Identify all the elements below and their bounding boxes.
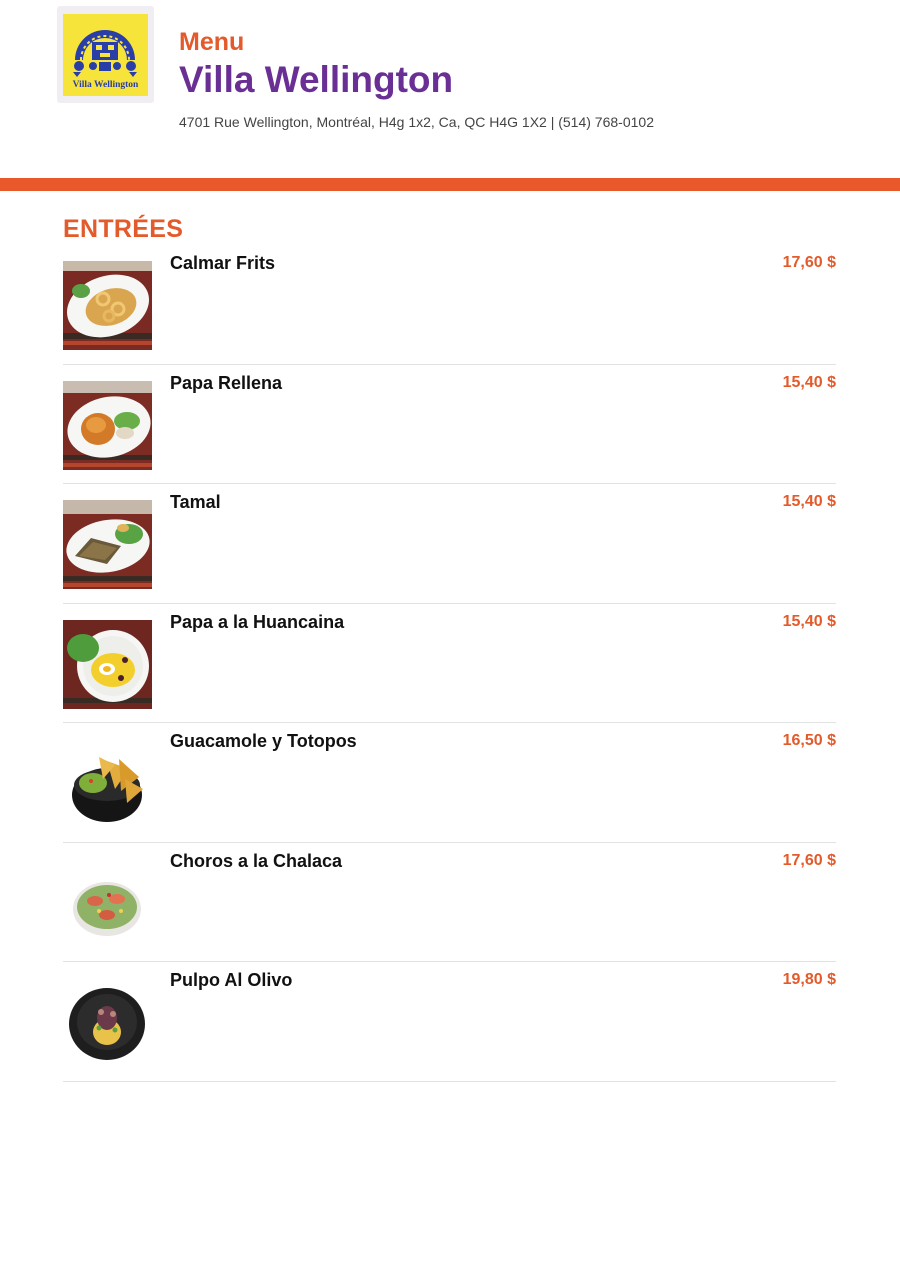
mussels-photo bbox=[63, 858, 152, 948]
section-title: ENTRÉES bbox=[63, 215, 184, 243]
huancaina-potato-photo bbox=[63, 619, 152, 709]
menu-item-name: Pulpo Al Olivo bbox=[170, 970, 293, 990]
menu-item[interactable]: Guacamole y Totopos 16,50 $ bbox=[63, 723, 836, 843]
tamal-photo bbox=[63, 500, 152, 589]
menu-item[interactable]: Papa a la Huancaina 15,40 $ bbox=[63, 604, 836, 723]
guacamole-chips-photo bbox=[63, 739, 152, 828]
menu-item[interactable]: Tamal 15,40 $ bbox=[63, 484, 836, 604]
restaurant-address: 4701 Rue Wellington, Montréal, H4g 1x2, … bbox=[179, 114, 654, 130]
menu-item-name: Guacamole y Totopos bbox=[170, 731, 357, 751]
menu-item-price: 17,60 $ bbox=[782, 254, 836, 271]
menu-header: Villa Wellington Menu Villa Wellington 4… bbox=[0, 0, 900, 178]
menu-item-name: Papa a la Huancaina bbox=[170, 611, 345, 632]
octopus-olive-photo bbox=[63, 978, 152, 1067]
menu-item-name: Choros a la Chalaca bbox=[170, 850, 343, 871]
restaurant-logo: Villa Wellington bbox=[57, 6, 154, 103]
logo-emblem-icon: Villa Wellington bbox=[63, 14, 148, 96]
menu-item-name: Calmar Frits bbox=[170, 253, 276, 273]
menu-item[interactable]: Calmar Frits 17,60 $ bbox=[63, 245, 836, 365]
menu-item-price: 17,60 $ bbox=[782, 851, 836, 869]
menu-item-price: 15,40 $ bbox=[782, 373, 836, 391]
menu-item-name: Tamal bbox=[170, 492, 221, 512]
menu-item-price: 15,40 $ bbox=[782, 612, 836, 630]
menu-item[interactable]: Choros a la Chalaca 17,60 $ bbox=[63, 843, 836, 962]
fried-calamari-photo bbox=[63, 261, 152, 350]
menu-item-price: 19,80 $ bbox=[782, 971, 836, 988]
restaurant-name: Villa Wellington bbox=[179, 59, 454, 100]
menu-item-list: Calmar Frits 17,60 $ Papa Rellena 15,40 … bbox=[63, 245, 836, 1082]
svg-text:Villa Wellington: Villa Wellington bbox=[73, 80, 139, 90]
menu-item-name: Papa Rellena bbox=[170, 372, 283, 393]
menu-label: Menu bbox=[179, 28, 245, 56]
menu-item-price: 16,50 $ bbox=[782, 732, 836, 749]
menu-item[interactable]: Pulpo Al Olivo 19,80 $ bbox=[63, 962, 836, 1082]
menu-item-price: 15,40 $ bbox=[782, 493, 836, 510]
stuffed-potato-photo bbox=[63, 380, 152, 470]
menu-item[interactable]: Papa Rellena 15,40 $ bbox=[63, 365, 836, 484]
header-divider-bar bbox=[0, 178, 900, 191]
